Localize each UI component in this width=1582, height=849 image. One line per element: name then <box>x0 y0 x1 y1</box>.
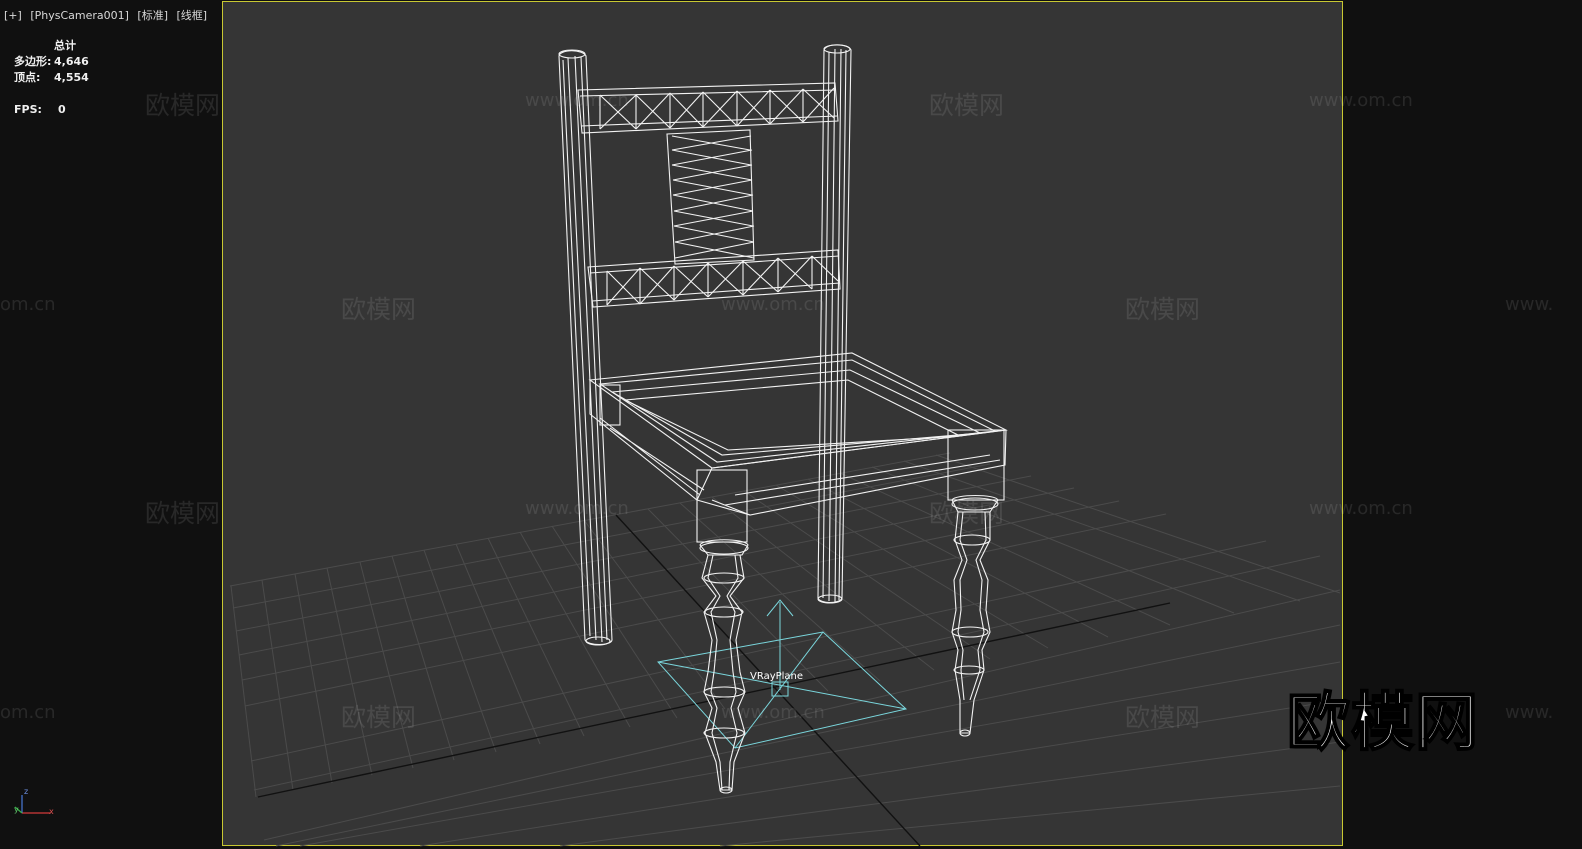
vray-plane-label: VRayPlane <box>750 671 804 682</box>
stats-fps-value: 0 <box>58 103 66 116</box>
stats-total-header: 总计 <box>54 39 76 52</box>
stats-vertices-row: 顶点: 4,554 <box>14 70 89 86</box>
viewport-label[interactable]: [+] [PhysCamera001] [标准] [线框] <box>4 7 212 23</box>
axis-labels: z y x <box>14 787 54 816</box>
scene-statistics: 总计 多边形: 4,646 顶点: 4,554 FPS: 0 <box>14 38 89 118</box>
stats-vertices-value: 4,554 <box>54 71 89 84</box>
stats-polygons-label: 多边形: <box>14 55 52 68</box>
stats-fps-label: FPS: <box>14 103 42 116</box>
stats-fps-row: FPS: 0 <box>14 102 89 118</box>
axis-y-label: y <box>14 805 19 814</box>
axis-x-label: x <box>49 807 54 816</box>
axis-z-label: z <box>24 787 28 796</box>
stats-vertices-label: 顶点: <box>14 71 41 84</box>
brand-watermark-logo: 欧模网 <box>1286 685 1479 760</box>
home-grid <box>229 452 1341 847</box>
viewport-camera-menu[interactable]: [PhysCamera001] <box>30 9 129 22</box>
viewport-menu-plus[interactable]: [+] <box>4 9 22 22</box>
viewport-shading-standard-menu[interactable]: [标准] <box>137 9 168 22</box>
viewport-display-wireframe-menu[interactable]: [线框] <box>177 9 208 22</box>
stats-polygons-row: 多边形: 4,646 <box>14 54 89 70</box>
stats-polygons-value: 4,646 <box>54 55 89 68</box>
